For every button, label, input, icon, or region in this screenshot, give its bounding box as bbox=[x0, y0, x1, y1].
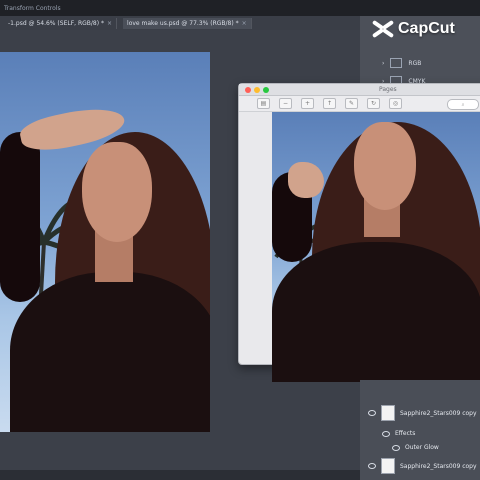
layer-effects-row[interactable]: Effects bbox=[382, 430, 415, 437]
visibility-eye-icon[interactable] bbox=[368, 463, 376, 469]
markup-icon[interactable]: ✎ bbox=[345, 98, 358, 109]
close-window-icon[interactable] bbox=[245, 86, 251, 93]
visibility-eye-icon[interactable] bbox=[392, 444, 400, 451]
capcut-watermark: CapCut bbox=[371, 19, 455, 39]
layer-thumbnail bbox=[381, 458, 395, 474]
sidebar-icon[interactable]: ▤ bbox=[257, 98, 270, 109]
zoom-in-icon[interactable]: + bbox=[301, 98, 314, 109]
raised-arm-shape bbox=[0, 132, 40, 302]
chevron-right-icon: › bbox=[382, 59, 385, 67]
hand-shape bbox=[288, 162, 324, 198]
torso-shape bbox=[10, 272, 210, 432]
share-icon[interactable]: ↑ bbox=[323, 98, 336, 109]
document-canvas-photo[interactable] bbox=[0, 52, 210, 432]
layer-row[interactable]: Sapphire2_Stars009 copy bbox=[368, 405, 477, 421]
visibility-eye-icon[interactable] bbox=[382, 430, 390, 437]
visibility-eye-icon[interactable] bbox=[368, 410, 376, 416]
search-input[interactable]: ⌕ bbox=[447, 99, 479, 110]
close-icon[interactable]: × bbox=[107, 20, 112, 27]
zoom-window-icon[interactable] bbox=[263, 86, 269, 93]
face-shape bbox=[82, 142, 152, 242]
preview-photo bbox=[272, 112, 480, 382]
annotate-icon[interactable]: ◎ bbox=[389, 98, 402, 109]
window-title: Pages bbox=[379, 86, 397, 93]
layer-thumbnail bbox=[381, 405, 395, 421]
face-shape bbox=[354, 122, 416, 210]
close-icon[interactable]: × bbox=[242, 20, 247, 27]
rotate-icon[interactable]: ↻ bbox=[367, 98, 380, 109]
capcut-logo-icon bbox=[371, 19, 395, 39]
tab-document-2[interactable]: love make us.psd @ 77.3% (RGB/8) * × bbox=[123, 17, 252, 29]
options-bar: Transform Controls bbox=[0, 0, 480, 16]
document-tabs: -1.psd @ 54.6% (SELF, RGB/8) * × love mak… bbox=[0, 16, 360, 30]
window-toolbar: ▤ − + ↑ ✎ ↻ ◎ bbox=[239, 96, 480, 112]
layer-effect-outer-glow[interactable]: Outer Glow bbox=[392, 444, 439, 451]
torso-shape bbox=[272, 242, 480, 382]
tab-document-1[interactable]: -1.psd @ 54.6% (SELF, RGB/8) * × bbox=[4, 17, 118, 29]
folder-icon bbox=[390, 58, 403, 68]
minimize-window-icon[interactable] bbox=[254, 86, 260, 93]
transform-controls-label[interactable]: Transform Controls bbox=[4, 5, 61, 12]
channel-row-rgb[interactable]: › RGB bbox=[382, 58, 421, 68]
window-titlebar: Pages bbox=[239, 84, 480, 96]
layer-row[interactable]: Sapphire2_Stars009 copy bbox=[368, 458, 477, 474]
zoom-out-icon[interactable]: − bbox=[279, 98, 292, 109]
